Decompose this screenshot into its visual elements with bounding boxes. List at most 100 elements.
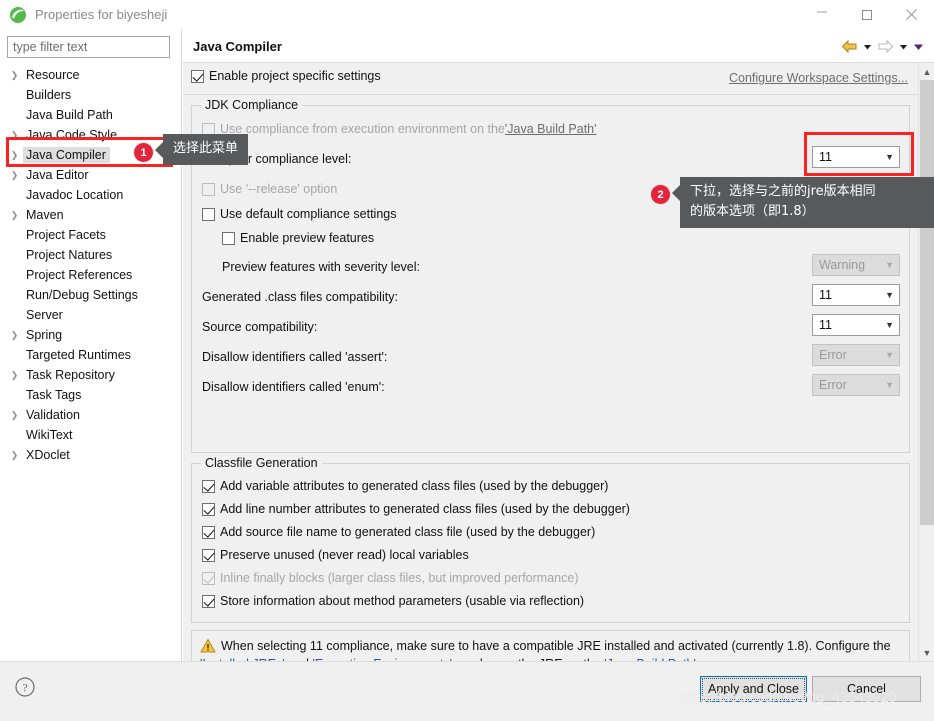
sidebar-item-targeted-runtimes[interactable]: ❯Targeted Runtimes [0, 345, 182, 365]
compiler-compliance-level-value: 11 [819, 150, 832, 164]
checkbox-box [202, 548, 215, 562]
chevron-right-icon[interactable]: ❯ [8, 149, 21, 162]
vertical-scrollbar[interactable]: ▲ ▼ [918, 63, 934, 661]
scroll-down-button[interactable]: ▼ [919, 644, 934, 661]
sidebar-item-task-repository[interactable]: ❯ Task Repository [0, 365, 182, 385]
help-question-icon[interactable]: ? [14, 676, 36, 698]
checkbox-box [202, 502, 215, 516]
forward-dropdown-caret-icon[interactable] [898, 41, 909, 52]
classfile-option-checkbox[interactable]: Add source file name to generated class … [202, 523, 595, 541]
chevron-right-icon[interactable]: ❯ [8, 129, 21, 142]
sidebar-item-maven[interactable]: ❯ Maven [0, 205, 182, 225]
compliance-row-select[interactable]: 11 ▼ [812, 314, 900, 336]
sidebar-item-validation[interactable]: ❯ Validation [0, 405, 182, 425]
compliance-row-select: Error ▼ [812, 344, 900, 366]
chevron-right-icon[interactable]: ❯ [8, 329, 21, 342]
sidebar-item-builders[interactable]: ❯Builders [0, 85, 182, 105]
sidebar-item-label: Targeted Runtimes [26, 348, 131, 362]
maximize-icon[interactable] [844, 0, 889, 29]
sidebar-item-label: Validation [26, 408, 80, 422]
chevron-right-icon[interactable]: ❯ [8, 409, 21, 422]
forward-arrow-icon[interactable] [877, 39, 894, 54]
scrollbar-thumb[interactable] [920, 80, 934, 525]
sidebar-item-server[interactable]: ❯Server [0, 305, 182, 325]
sidebar-item-resource[interactable]: ❯ Resource [0, 65, 182, 85]
chevron-right-icon[interactable]: ❯ [8, 449, 21, 462]
chevron-down-icon: ▼ [885, 260, 894, 270]
sidebar-item-label: Server [26, 308, 63, 322]
jdk-compliance-group: JDK Compliance Use compliance from execu… [191, 98, 910, 453]
checkbox-box [191, 69, 204, 83]
compliance-row-label: Preview features with severity level: [222, 260, 420, 274]
enable-preview-features-checkbox[interactable]: Enable preview features [222, 229, 374, 247]
chevron-right-icon[interactable]: ❯ [8, 369, 21, 382]
use-default-compliance-settings-checkbox[interactable]: Use default compliance settings [202, 205, 396, 223]
sidebar-item-label: Builders [26, 88, 72, 102]
compliance-row-value: 11 [819, 318, 832, 332]
compliance-row-value: Error [819, 378, 847, 392]
chevron-down-icon: ▼ [885, 380, 894, 390]
scroll-up-button[interactable]: ▲ [919, 63, 934, 80]
classfile-option-checkbox[interactable]: Add line number attributes to generated … [202, 500, 630, 518]
top-separator [183, 94, 918, 95]
use-compliance-from-ee-label: Use compliance from execution environmen… [220, 122, 505, 136]
classfile-option-checkbox[interactable]: Preserve unused (never read) local varia… [202, 546, 469, 564]
sidebar-item-xdoclet[interactable]: ❯ XDoclet [0, 445, 182, 465]
sidebar-item-task-tags[interactable]: ❯Task Tags [0, 385, 182, 405]
sidebar-item-label: Spring [26, 328, 63, 342]
window-title: Properties for biyesheji [35, 7, 168, 22]
use-release-option-checkbox[interactable]: Use '--release' option [202, 180, 337, 198]
sidebar-item-label: Java Editor [26, 168, 89, 182]
use-release-option-label: Use '--release' option [220, 182, 338, 196]
chevron-down-icon: ▼ [885, 290, 894, 300]
checkbox-box [222, 231, 235, 245]
chevron-right-icon[interactable]: ❯ [8, 169, 21, 182]
sidebar-item-label: Project References [26, 268, 133, 282]
cancel-button[interactable]: Cancel [812, 676, 921, 702]
classfile-option-checkbox: Inline finally blocks (larger class file… [202, 569, 578, 587]
enable-project-specific-row: Enable project specific settings Configu… [191, 69, 910, 91]
classfile-option-checkbox[interactable]: Store information about method parameter… [202, 592, 584, 610]
sidebar-item-label: Javadoc Location [26, 188, 124, 202]
sidebar-item-project-references[interactable]: ❯Project References [0, 265, 182, 285]
use-compliance-from-ee-checkbox[interactable]: Use compliance from execution environmen… [202, 120, 597, 138]
sidebar-item-label: Project Facets [26, 228, 106, 242]
sidebar-item-run-debug-settings[interactable]: ❯Run/Debug Settings [0, 285, 182, 305]
jdk-compliance-title: JDK Compliance [201, 98, 303, 112]
chevron-right-icon[interactable]: ❯ [8, 209, 21, 222]
sidebar-item-javadoc-location[interactable]: ❯Javadoc Location [0, 185, 182, 205]
classfile-option-label: Preserve unused (never read) local varia… [220, 548, 469, 562]
close-icon[interactable] [889, 0, 934, 29]
title-bar: Properties for biyesheji [0, 0, 934, 29]
checkbox-box [202, 207, 215, 221]
java-build-path-link-1[interactable]: 'Java Build Path' [505, 122, 597, 136]
sidebar-item-java-editor[interactable]: ❯ Java Editor [0, 165, 182, 185]
sidebar-item-label: Java Build Path [26, 108, 113, 122]
sidebar-item-wikitext[interactable]: ❯WikiText [0, 425, 182, 445]
apply-and-close-button[interactable]: Apply and Close [700, 676, 807, 702]
classfile-option-label: Add line number attributes to generated … [220, 502, 630, 516]
back-arrow-icon[interactable] [841, 39, 858, 54]
compliance-row-label: Generated .class files compatibility: [202, 290, 398, 304]
compliance-row-select[interactable]: 11 ▼ [812, 284, 900, 306]
sidebar-item-label: Java Code Style [26, 128, 118, 142]
sidebar-item-label: WikiText [26, 428, 73, 442]
sidebar-item-project-facets[interactable]: ❯Project Facets [0, 225, 182, 245]
configure-workspace-settings-link-wrap: Configure Workspace Settings... [729, 71, 908, 85]
classfile-option-checkbox[interactable]: Add variable attributes to generated cla… [202, 477, 608, 495]
sidebar-item-spring[interactable]: ❯ Spring [0, 325, 182, 345]
chevron-down-icon: ▼ [885, 350, 894, 360]
sidebar-item-project-natures[interactable]: ❯Project Natures [0, 245, 182, 265]
annotation-callout-2: 下拉，选择与之前的jre版本相同 的版本选项（即1.8） [672, 177, 934, 228]
filter-input[interactable]: type filter text [7, 36, 170, 58]
compliance-row-select: Error ▼ [812, 374, 900, 396]
minimize-icon[interactable] [799, 0, 844, 29]
sidebar-item-label: Java Compiler [23, 147, 110, 163]
configure-workspace-settings-link[interactable]: Configure Workspace Settings... [729, 71, 908, 85]
back-dropdown-caret-icon[interactable] [862, 41, 873, 52]
view-menu-caret-icon[interactable] [913, 41, 924, 52]
chevron-right-icon[interactable]: ❯ [8, 69, 21, 82]
sidebar-item-java-build-path[interactable]: ❯Java Build Path [0, 105, 182, 125]
compiler-compliance-level-select[interactable]: 11 ▼ [812, 146, 900, 168]
properties-dialog: Properties for biyesheji type filter tex… [0, 0, 934, 721]
